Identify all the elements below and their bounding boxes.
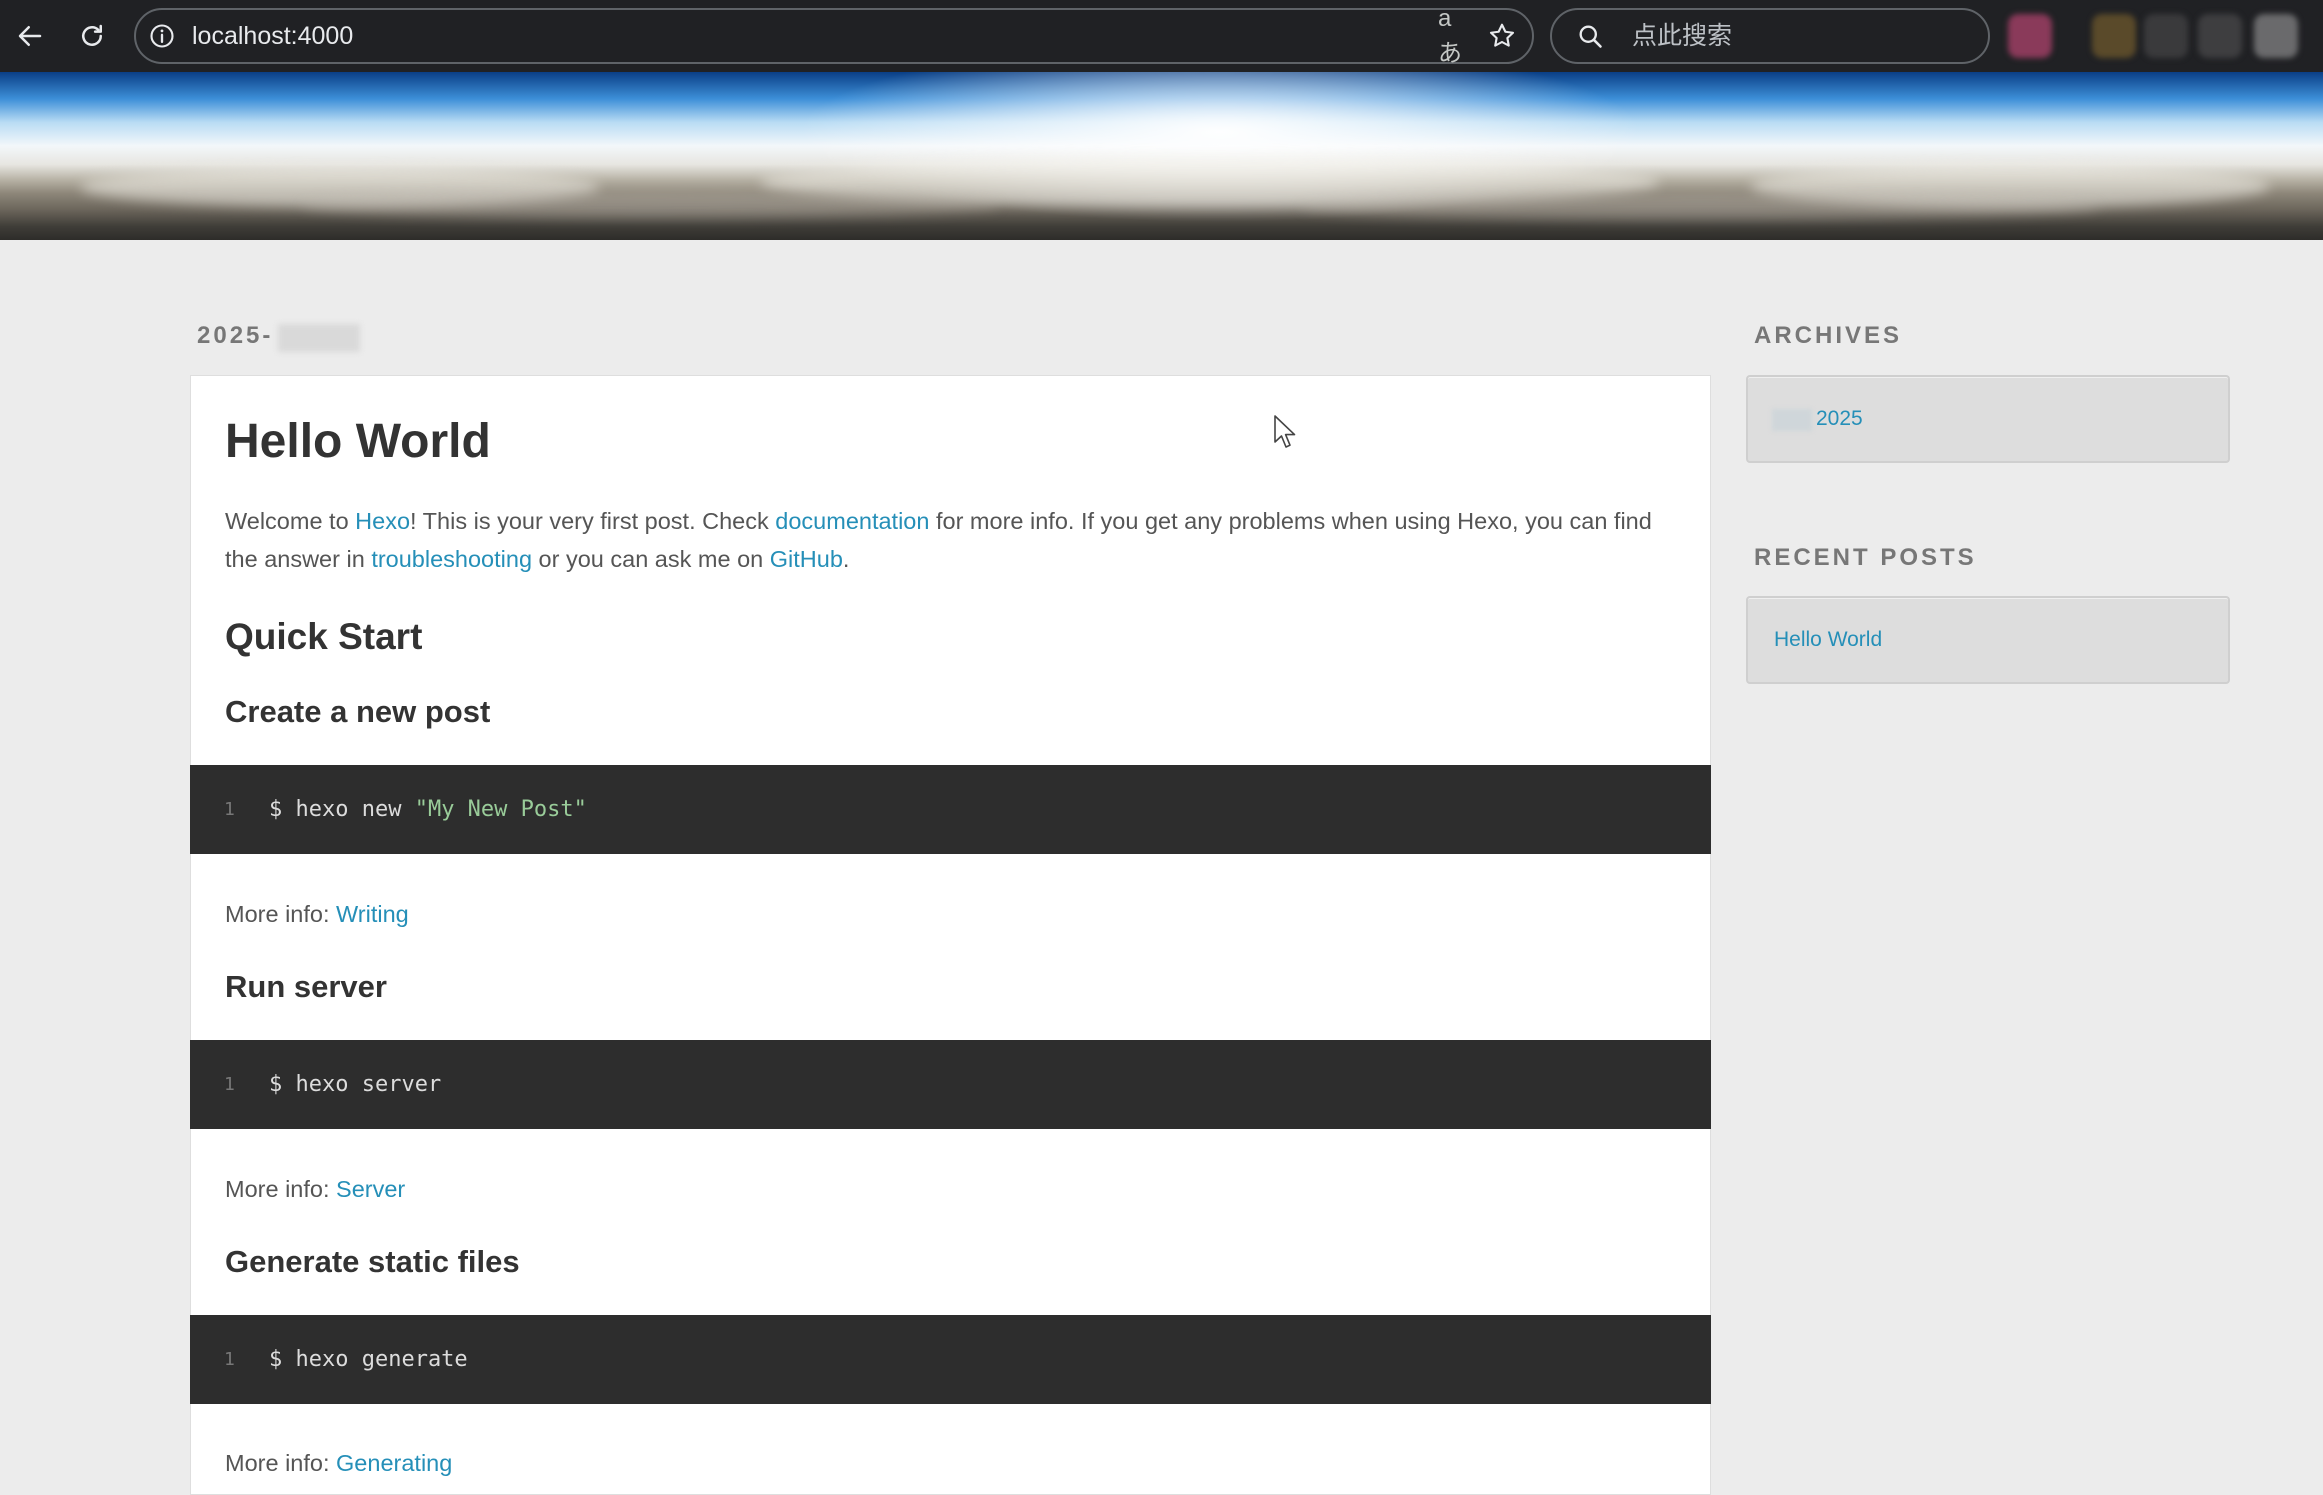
- code-command: $ hexo new: [269, 797, 415, 822]
- intro-text: ! This is your very first post. Check: [410, 508, 776, 534]
- back-arrow-icon: [18, 26, 42, 46]
- section-heading: Generate static files: [225, 1244, 520, 1279]
- github-link[interactable]: GitHub: [770, 546, 843, 572]
- intro-text: .: [842, 546, 850, 572]
- header-banner-image: [0, 72, 2323, 240]
- recent-post-link[interactable]: Hello World: [1774, 598, 1882, 682]
- section-heading: Run server: [225, 969, 387, 1004]
- reload-icon: [82, 24, 102, 46]
- extension-icon[interactable]: [2254, 14, 2298, 58]
- more-info-line: More info: Server: [225, 1170, 405, 1208]
- post-intro: Welcome to Hexo! This is your very first…: [225, 502, 1685, 578]
- code-command: $ hexo server: [269, 1072, 442, 1097]
- address-url[interactable]: localhost:4000: [192, 10, 353, 62]
- extension-icons[interactable]: [2008, 14, 2308, 58]
- extension-icon[interactable]: [2198, 14, 2242, 58]
- browser-toolbar: localhost:4000 aあ 点此搜索: [0, 0, 2323, 72]
- hexo-link[interactable]: Hexo: [355, 508, 410, 534]
- code-block: 1 $ hexo new "My New Post": [190, 765, 1711, 854]
- intro-text: Welcome to: [225, 508, 356, 534]
- section-heading: Create a new post: [225, 694, 491, 729]
- browser-search-box[interactable]: 点此搜索: [1550, 8, 1990, 64]
- documentation-link[interactable]: documentation: [775, 508, 929, 534]
- code-command: $ hexo generate: [269, 1347, 468, 1372]
- recent-posts-heading: RECENT POSTS: [1754, 544, 1977, 571]
- site-info-icon[interactable]: [146, 20, 178, 52]
- generating-link[interactable]: Generating: [336, 1450, 452, 1476]
- intro-text: or you can ask me on: [532, 546, 770, 572]
- post-title[interactable]: Hello World: [225, 414, 491, 469]
- search-icon: [1574, 20, 1606, 52]
- code-block: 1 $ hexo generate: [190, 1315, 1711, 1404]
- more-info-label: More info:: [225, 901, 337, 927]
- code-line: $ hexo server: [269, 1040, 441, 1129]
- more-info-line: More info: Writing: [225, 895, 409, 933]
- post-date-redacted: [278, 324, 360, 352]
- server-link[interactable]: Server: [336, 1176, 405, 1202]
- mouse-cursor-icon: [1274, 415, 1296, 448]
- extension-icon[interactable]: [2008, 14, 2052, 58]
- more-info-label: More info:: [225, 1176, 337, 1202]
- back-button[interactable]: [6, 12, 54, 60]
- search-placeholder[interactable]: 点此搜索: [1632, 10, 1732, 62]
- more-info-label: More info:: [225, 1450, 337, 1476]
- reload-button[interactable]: [68, 12, 116, 60]
- translate-icon[interactable]: aあ: [1438, 5, 1474, 67]
- archives-widget: 2025: [1746, 375, 2230, 463]
- more-info-line: More info: Generating: [225, 1444, 452, 1482]
- extension-icon[interactable]: [2092, 14, 2136, 58]
- code-string: "My New Post": [414, 797, 587, 822]
- bookmark-star-icon[interactable]: [1484, 18, 1520, 54]
- code-line: $ hexo new "My New Post": [269, 765, 587, 854]
- recent-posts-widget: Hello World: [1746, 596, 2230, 684]
- code-line-number: 1: [224, 799, 235, 820]
- code-line: $ hexo generate: [269, 1315, 468, 1404]
- code-line-number: 1: [224, 1074, 235, 1095]
- archive-year-link[interactable]: 2025: [1816, 377, 1863, 461]
- post-date: 2025-: [197, 322, 274, 349]
- writing-link[interactable]: Writing: [336, 901, 409, 927]
- extension-icon[interactable]: [2144, 14, 2188, 58]
- address-bar[interactable]: localhost:4000 aあ: [134, 5, 1534, 67]
- archive-month-redacted: [1772, 409, 1812, 431]
- code-block: 1 $ hexo server: [190, 1040, 1711, 1129]
- quick-start-heading: Quick Start: [225, 616, 423, 657]
- code-line-number: 1: [224, 1349, 235, 1370]
- article-card: Hello World Welcome to Hexo! This is you…: [190, 375, 1711, 1495]
- troubleshooting-link[interactable]: troubleshooting: [371, 546, 532, 572]
- archives-heading: ARCHIVES: [1754, 322, 1903, 349]
